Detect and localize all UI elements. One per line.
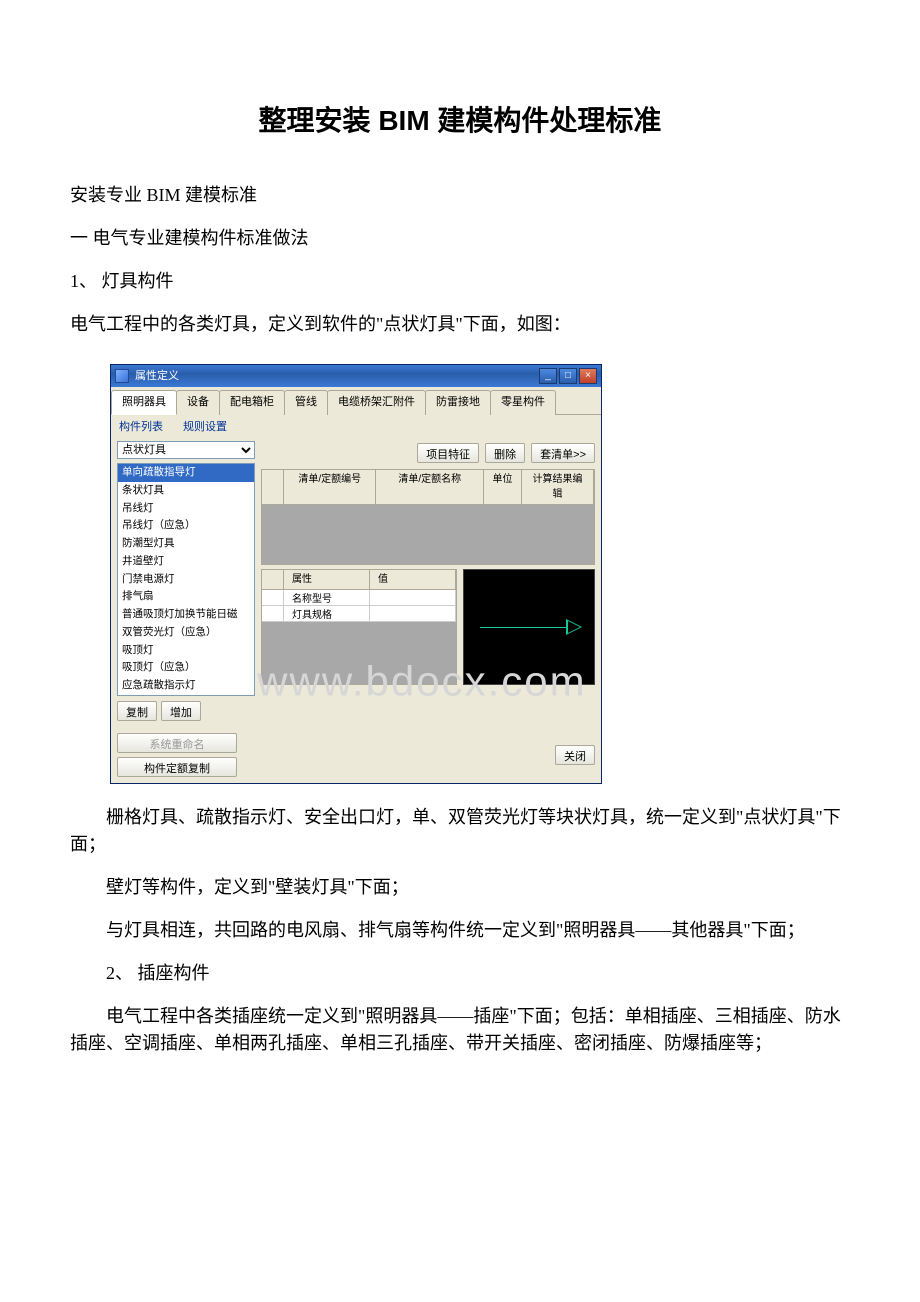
component-quota-copy-button[interactable]: 构件定额复制: [117, 757, 237, 777]
minimize-button[interactable]: _: [539, 368, 557, 384]
copy-button[interactable]: 复制: [117, 701, 157, 721]
preview-arrow-icon: [480, 627, 566, 628]
delete-button[interactable]: 删除: [485, 443, 525, 463]
grid-header-name: 清单/定额名称: [376, 470, 484, 505]
list-item[interactable]: 条状灯具: [118, 482, 254, 500]
attr-header-attr: 属性: [284, 570, 370, 590]
section-1-para-2: 栅格灯具、疏散指示灯、安全出口灯，单、双管荧光灯等块状灯具，统一定义到"点状灯具…: [70, 804, 850, 858]
tab-panel[interactable]: 配电箱柜: [219, 390, 285, 415]
project-feature-button[interactable]: 项目特征: [417, 443, 479, 463]
preview-pane: [463, 569, 595, 685]
list-item[interactable]: 吊线灯（应急）: [118, 517, 254, 535]
system-rename-button[interactable]: 系统重命名: [117, 733, 237, 753]
link-rule-settings[interactable]: 规则设置: [183, 419, 227, 436]
list-item[interactable]: 单向疏散指导灯: [118, 464, 254, 482]
attr-row[interactable]: 灯具规格: [262, 606, 456, 622]
page-title: 整理安装 BIM 建模构件处理标准: [70, 100, 850, 142]
list-item[interactable]: 吊线灯: [118, 500, 254, 518]
right-panel: 项目特征 删除 套清单>> 清单/定额编号 清单/定额名称 单位 计算结果编辑: [261, 441, 595, 721]
list-item[interactable]: 吸顶灯（应急）: [118, 659, 254, 677]
footer-bar: 系统重命名 构件定额复制 关闭: [111, 727, 601, 783]
tab-lightning[interactable]: 防雷接地: [425, 390, 491, 415]
list-item[interactable]: 防潮型灯具: [118, 535, 254, 553]
tab-equipment[interactable]: 设备: [176, 390, 220, 415]
add-button[interactable]: 增加: [161, 701, 201, 721]
section-1-para-1: 电气工程中的各类灯具，定义到软件的"点状灯具"下面，如图：: [70, 311, 850, 338]
tab-conduit[interactable]: 管线: [284, 390, 328, 415]
section-1-para-3: 壁灯等构件，定义到"壁装灯具"下面；: [70, 874, 850, 901]
grid-header-code: 清单/定额编号: [284, 470, 376, 505]
link-component-list[interactable]: 构件列表: [119, 419, 163, 436]
attr-cell-name: 名称型号: [284, 590, 370, 606]
app-icon: [115, 369, 129, 383]
section-1-head: 1、 灯具构件: [70, 268, 850, 295]
sub-toolbar: 构件列表 规则设置: [111, 415, 601, 440]
maximize-button[interactable]: □: [559, 368, 577, 384]
close-button[interactable]: 关闭: [555, 745, 595, 765]
attr-cell-val[interactable]: [370, 606, 456, 622]
list-item[interactable]: 井道壁灯: [118, 553, 254, 571]
list-item[interactable]: 排气扇: [118, 588, 254, 606]
section-2-head: 2、 插座构件: [70, 960, 850, 987]
window-title: 属性定义: [135, 368, 539, 385]
tab-tray[interactable]: 电缆桥架汇附件: [327, 390, 426, 415]
attribute-grid[interactable]: 属性 值 名称型号 灯具规格: [261, 569, 457, 685]
tab-bar: 照明器具 设备 配电箱柜 管线 电缆桥架汇附件 防雷接地 零星构件: [111, 387, 601, 415]
tab-lighting[interactable]: 照明器具: [111, 390, 177, 415]
grid-header-unit: 单位: [484, 470, 522, 505]
to-list-button[interactable]: 套清单>>: [531, 443, 595, 463]
attr-cell-name: 灯具规格: [284, 606, 370, 622]
list-item[interactable]: 吸顶灯: [118, 642, 254, 660]
left-panel: 点状灯具 单向疏散指导灯 条状灯具 吊线灯 吊线灯（应急） 防潮型灯具 井道壁灯…: [117, 441, 255, 721]
tab-misc[interactable]: 零星构件: [490, 390, 556, 415]
component-listbox[interactable]: 单向疏散指导灯 条状灯具 吊线灯 吊线灯（应急） 防潮型灯具 井道壁灯 门禁电源…: [117, 463, 255, 696]
close-window-button[interactable]: ×: [579, 368, 597, 384]
category-select[interactable]: 点状灯具: [117, 441, 255, 459]
attr-header-blank: [262, 570, 284, 590]
attr-header-val: 值: [370, 570, 456, 590]
grid-header-blank: [262, 470, 284, 505]
list-item[interactable]: 普通吸顶灯加换节能日磁: [118, 606, 254, 624]
app-window: 属性定义 _ □ × 照明器具 设备 配电箱柜 管线 电缆桥架汇附件 防雷接地 …: [110, 364, 602, 784]
window-titlebar: 属性定义 _ □ ×: [111, 365, 601, 387]
grid-header-calc: 计算结果编辑: [522, 470, 594, 505]
list-item[interactable]: 双管荧光灯（应急）: [118, 624, 254, 642]
attr-row[interactable]: 名称型号: [262, 590, 456, 606]
section-2-para-1: 电气工程中各类插座统一定义到"照明器具——插座"下面；包括：单相插座、三相插座、…: [70, 1003, 850, 1057]
subtitle-1: 安装专业 BIM 建模标准: [70, 182, 850, 209]
embedded-app-screenshot: www.bdocx.com 属性定义 _ □ × 照明器具 设备 配电箱柜 管线…: [110, 364, 602, 784]
subtitle-2: 一 电气专业建模构件标准做法: [70, 225, 850, 252]
list-item[interactable]: 应急疏散指示灯: [118, 677, 254, 695]
quota-grid[interactable]: 清单/定额编号 清单/定额名称 单位 计算结果编辑: [261, 469, 595, 565]
attr-cell-val[interactable]: [370, 590, 456, 606]
list-item[interactable]: 门禁电源灯: [118, 571, 254, 589]
section-1-para-4: 与灯具相连，共回路的电风扇、排气扇等构件统一定义到"照明器具——其他器具"下面；: [70, 917, 850, 944]
